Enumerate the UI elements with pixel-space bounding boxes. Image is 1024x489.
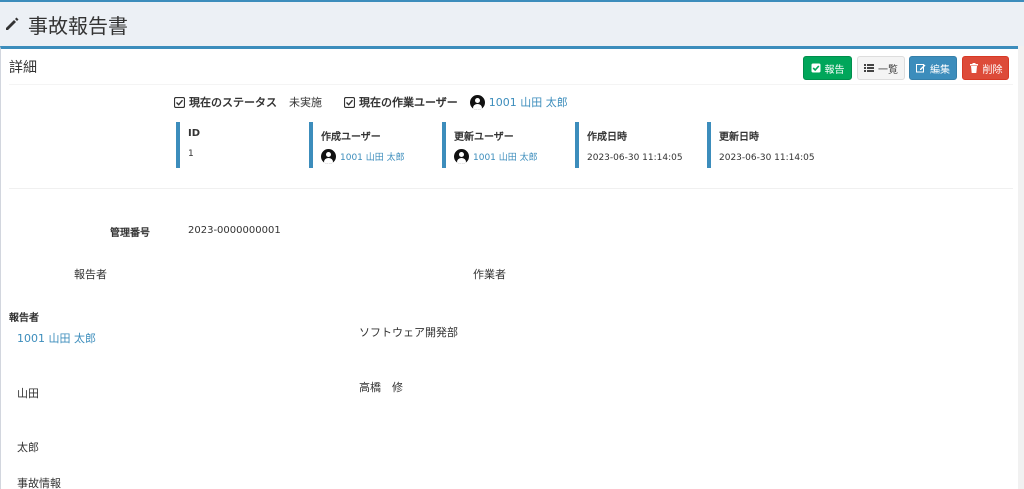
current-user-label: 現在の作業ユーザー — [359, 96, 458, 109]
meta-updater-link[interactable]: 1001 山田 太郎 — [454, 149, 538, 164]
pencil-icon — [4, 13, 20, 37]
meta-updated-value: 2023-06-30 11:14:05 — [719, 153, 815, 163]
last-name-value: 山田 — [17, 387, 39, 400]
header-divider — [9, 84, 1013, 85]
edit-button[interactable]: 編集 — [909, 56, 957, 80]
meta-updated-label: 更新日時 — [719, 132, 759, 143]
edit-icon — [916, 64, 926, 73]
current-user: 現在の作業ユーザー 1001 山田 太郎 — [344, 94, 568, 110]
scrollbar[interactable] — [1018, 46, 1024, 489]
current-status: 現在のステータス 未実施 — [174, 94, 322, 110]
detail-box: 詳細 報告 一覧 編集 削除 現在のステータス 未実施 現在の作業ユーザー 10… — [0, 46, 1018, 489]
user-avatar-icon — [469, 94, 485, 110]
list-button[interactable]: 一覧 — [857, 56, 905, 80]
meta-creator: 作成ユーザー 1001 山田 太郎 — [309, 122, 405, 168]
box-title: 詳細 — [9, 60, 37, 76]
worker-name-value: 高橋 修 — [359, 381, 403, 394]
check-square-icon — [811, 63, 820, 73]
report-button[interactable]: 報告 — [803, 56, 852, 80]
page-title-text: 事故報告書 — [28, 14, 128, 38]
meta-id-value: 1 — [188, 149, 194, 159]
meta-created-value: 2023-06-30 11:14:05 — [587, 153, 683, 163]
department-value: ソフトウェア開発部 — [359, 326, 458, 339]
current-status-value: 未実施 — [289, 96, 322, 109]
management-no-label: 管理番号 — [110, 228, 150, 239]
meta-updater-label: 更新ユーザー — [454, 132, 514, 143]
reporter-column-header: 報告者 — [74, 268, 107, 281]
reporter-label: 報告者 — [9, 313, 39, 324]
current-status-label: 現在のステータス — [189, 96, 277, 109]
delete-button[interactable]: 削除 — [962, 56, 1009, 80]
meta-creator-link[interactable]: 1001 山田 太郎 — [321, 149, 405, 164]
meta-id: ID 1 — [176, 122, 200, 168]
worker-column-header: 作業者 — [473, 268, 506, 281]
meta-created: 作成日時 2023-06-30 11:14:05 — [575, 122, 683, 168]
meta-creator-label: 作成ユーザー — [321, 132, 381, 143]
first-name-value: 太郎 — [17, 441, 39, 454]
user-avatar-icon — [321, 149, 336, 164]
current-user-link[interactable]: 1001 山田 太郎 — [469, 94, 568, 110]
check-square-icon — [344, 96, 355, 108]
page-title: 事故報告書 — [4, 10, 128, 39]
accident-info-label: 事故情報 — [17, 477, 61, 489]
page-header: 事故報告書 — [0, 2, 1024, 46]
check-square-icon — [174, 96, 185, 108]
section-divider — [9, 188, 1013, 189]
meta-updated: 更新日時 2023-06-30 11:14:05 — [707, 122, 815, 168]
reporter-link[interactable]: 1001 山田 太郎 — [17, 330, 96, 346]
meta-id-label: ID — [188, 128, 201, 139]
meta-updater: 更新ユーザー 1001 山田 太郎 — [442, 122, 538, 168]
meta-created-label: 作成日時 — [587, 132, 627, 143]
management-no-value: 2023-0000000001 — [188, 225, 281, 236]
user-avatar-icon — [454, 149, 469, 164]
list-icon — [864, 64, 874, 72]
trash-icon — [969, 63, 978, 73]
